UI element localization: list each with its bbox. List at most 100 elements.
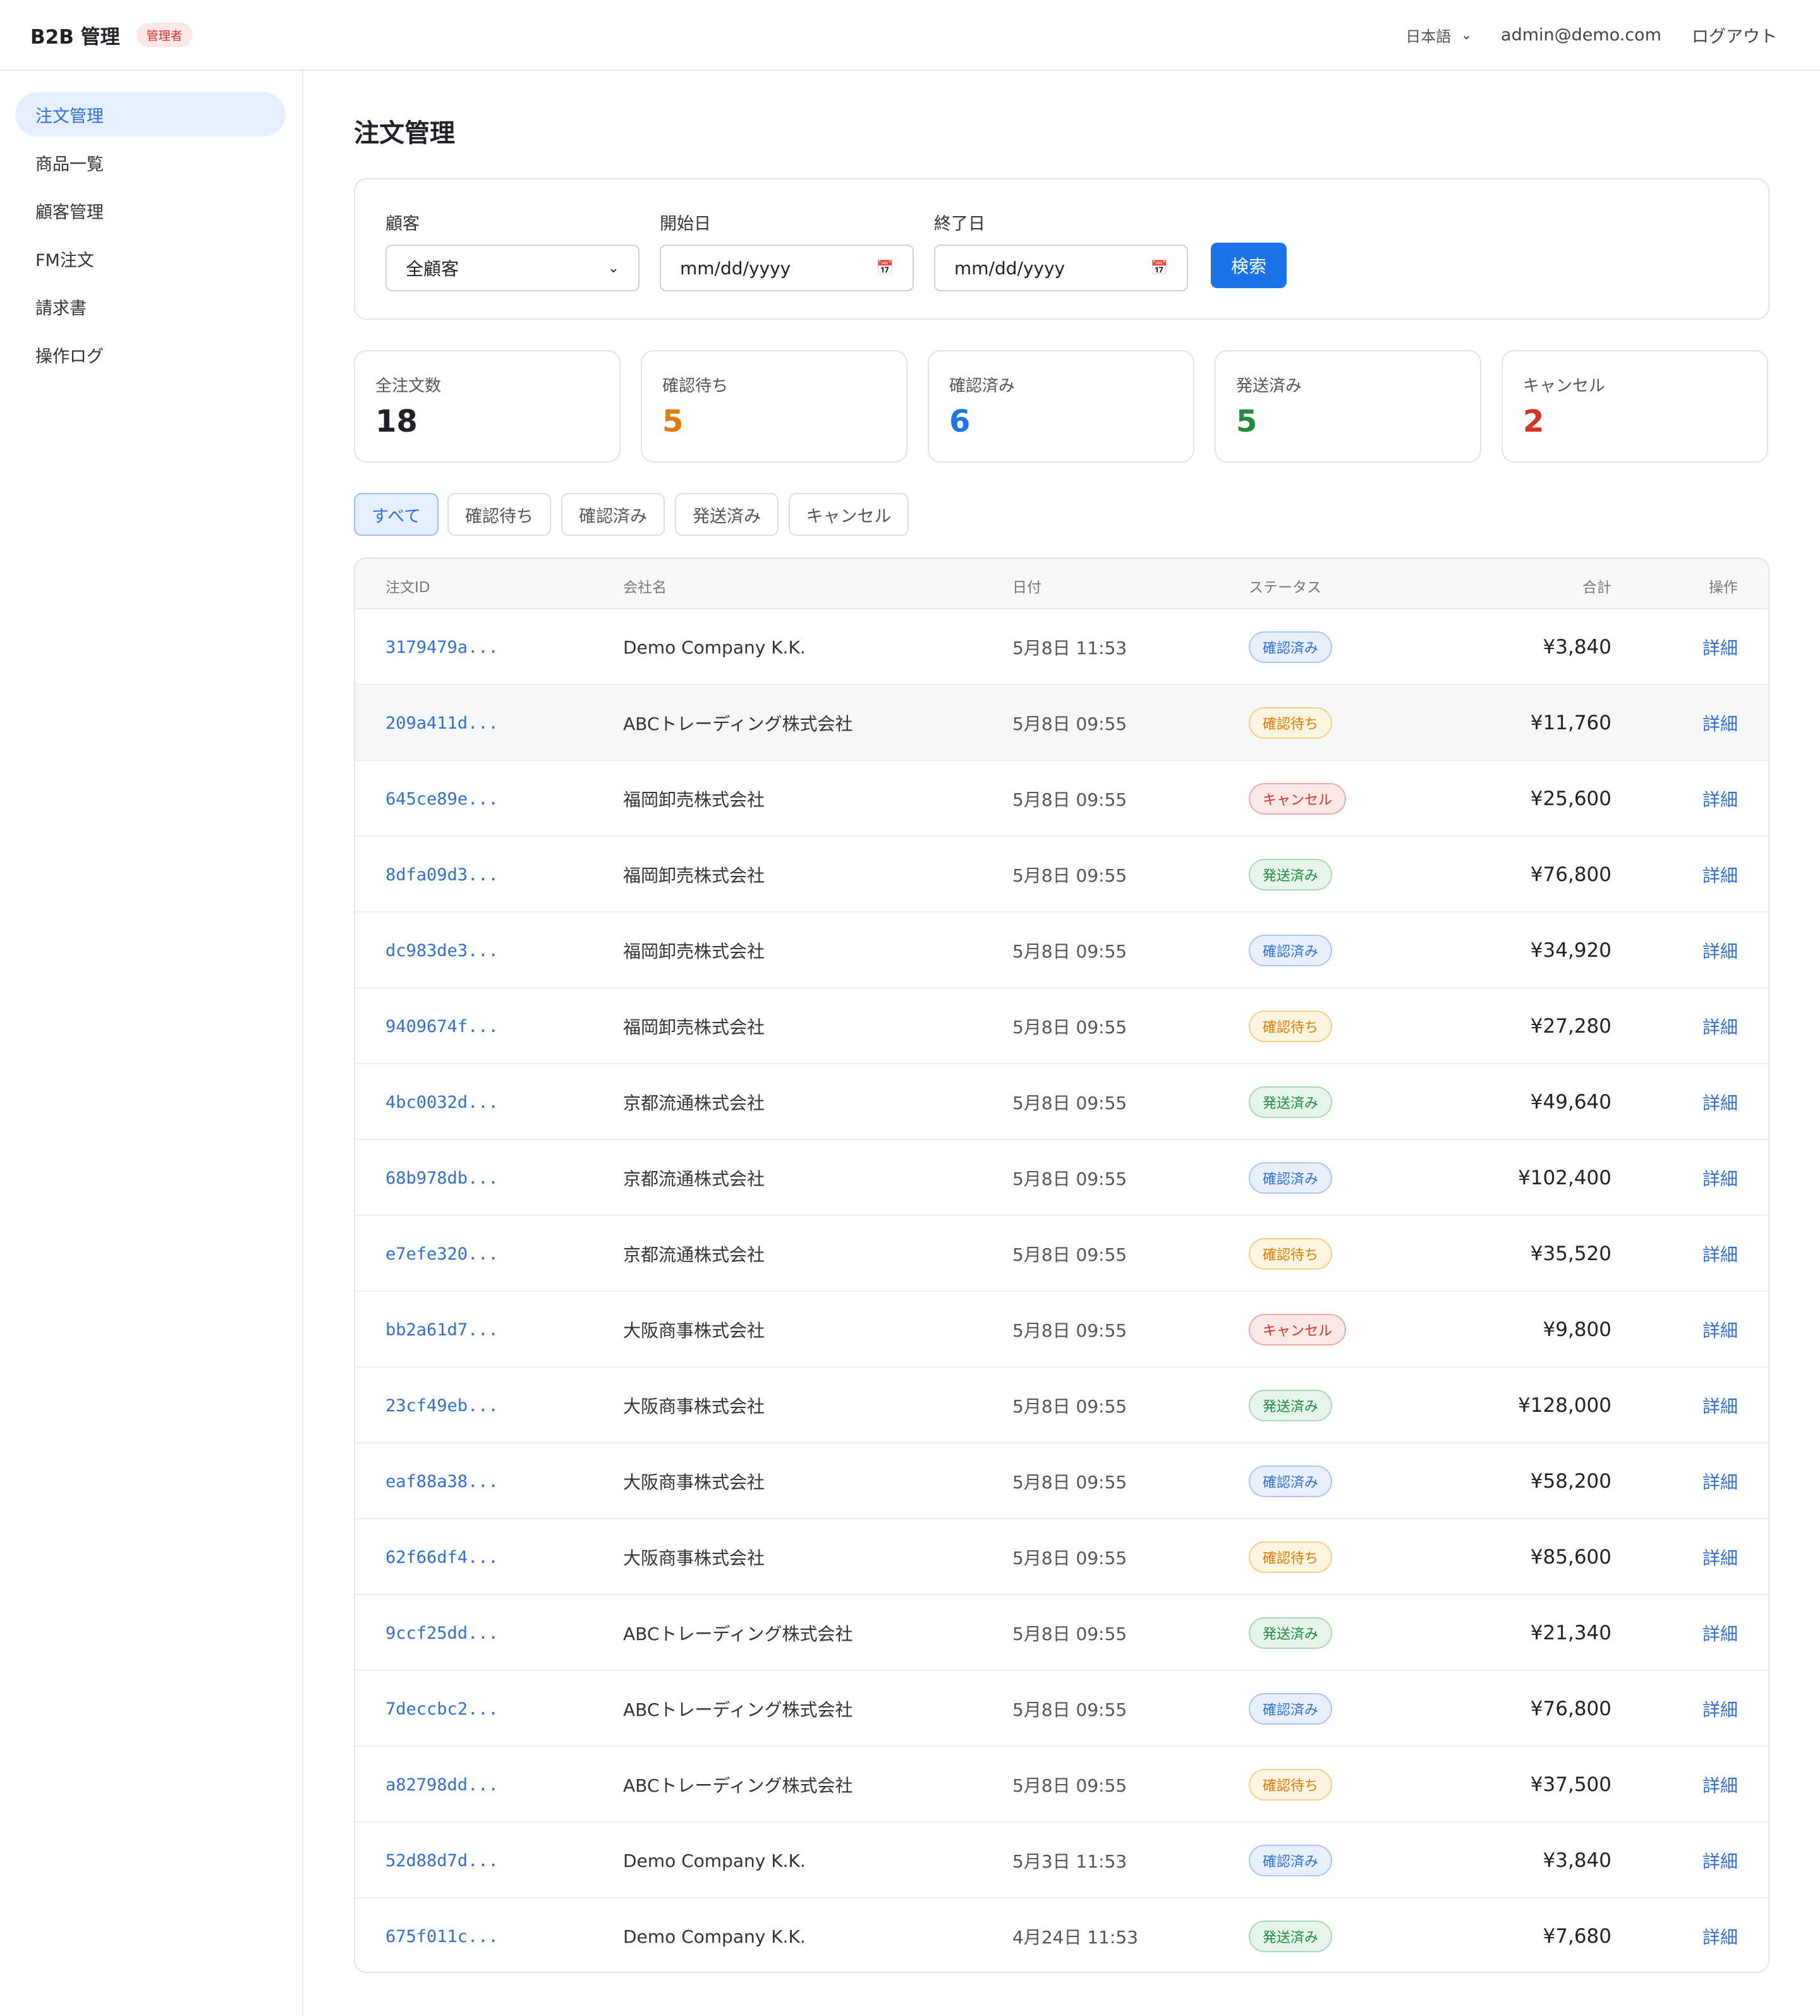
- table-row[interactable]: 9409674f... 福岡卸売株式会社 5月8日 09:55 確認待ち ¥27,280…: [355, 988, 1768, 1064]
- sidebar-item-operation-log[interactable]: 操作ログ: [15, 332, 286, 377]
- status-cell: 確認済み: [1249, 1823, 1333, 1898]
- status-cell: 発送済み: [1249, 837, 1333, 913]
- order-total: ¥49,640: [1530, 1091, 1611, 1114]
- tab-shipped[interactable]: 発送済み: [675, 493, 779, 536]
- table-row[interactable]: 23cf49eb... 大阪商事株式会社 5月8日 09:55 発送済み ¥128,00…: [355, 1368, 1768, 1443]
- table-row[interactable]: dc983de3... 福岡卸売株式会社 5月8日 09:55 確認済み ¥34,920…: [355, 913, 1768, 988]
- table-row[interactable]: 9ccf25dd... ABCトレーディング株式会社 5月8日 09:55 発送済み ¥…: [355, 1595, 1768, 1671]
- order-id-link[interactable]: 68b978db...: [385, 1140, 499, 1216]
- tab-cancelled[interactable]: キャンセル: [789, 493, 909, 536]
- order-date: 5月8日 09:55: [1012, 1244, 1127, 1265]
- detail-link[interactable]: 詳細: [1702, 1064, 1738, 1140]
- status-badge: 発送済み: [1249, 1617, 1333, 1649]
- table-row[interactable]: a82798dd... ABCトレーディング株式会社 5月8日 09:55 確認待ち ¥…: [355, 1747, 1768, 1823]
- table-row[interactable]: 52d88d7d... Demo Company K.K. 5月3日 11:53 確認…: [355, 1823, 1768, 1898]
- detail-link[interactable]: 詳細: [1702, 1898, 1738, 1972]
- start-date-input[interactable]: mm/dd/yyyy 📅: [660, 245, 914, 291]
- order-id-link[interactable]: 23cf49eb...: [385, 1368, 499, 1443]
- order-date: 4月24日 11:53: [1012, 1927, 1139, 1948]
- status-cell: 発送済み: [1249, 1595, 1333, 1671]
- sidebar-item-products[interactable]: 商品一覧: [15, 140, 286, 185]
- search-button[interactable]: 検索: [1211, 243, 1287, 288]
- table-row[interactable]: 7deccbc2... ABCトレーディング株式会社 5月8日 09:55 確認済み ¥…: [355, 1671, 1768, 1747]
- table-row[interactable]: 3179479a... Demo Company K.K. 5月8日 11:53 確認…: [355, 609, 1768, 685]
- company-name: 大阪商事株式会社: [623, 1472, 765, 1493]
- table-row[interactable]: 209a411d... ABCトレーディング株式会社 5月8日 09:55 確認待ち ¥…: [355, 685, 1768, 761]
- detail-link[interactable]: 詳細: [1702, 1443, 1738, 1519]
- order-id-link[interactable]: bb2a61d7...: [385, 1292, 499, 1368]
- order-id-link[interactable]: 9409674f...: [385, 988, 499, 1064]
- order-total: ¥37,500: [1530, 1773, 1611, 1796]
- stat-card-total: 全注文数 18: [354, 350, 621, 463]
- status-cell: 発送済み: [1249, 1368, 1333, 1443]
- user-email: admin@demo.com: [1501, 25, 1661, 45]
- table-row[interactable]: 675f011c... Demo Company K.K. 4月24日 11:53 発…: [355, 1898, 1768, 1972]
- order-id-link[interactable]: 209a411d...: [385, 685, 499, 761]
- table-row[interactable]: 4bc0032d... 京都流通株式会社 5月8日 09:55 発送済み ¥49,640…: [355, 1064, 1768, 1140]
- order-id-link[interactable]: 7deccbc2...: [385, 1671, 499, 1747]
- detail-link[interactable]: 詳細: [1702, 1823, 1738, 1898]
- status-cell: 確認待ち: [1249, 1519, 1333, 1595]
- detail-link[interactable]: 詳細: [1702, 1671, 1738, 1747]
- table-row[interactable]: 62f66df4... 大阪商事株式会社 5月8日 09:55 確認待ち ¥85,600…: [355, 1519, 1768, 1595]
- detail-link[interactable]: 詳細: [1702, 1519, 1738, 1595]
- order-total: ¥25,600: [1530, 787, 1611, 810]
- sidebar-item-fm-orders[interactable]: FM注文: [15, 236, 286, 281]
- tab-all[interactable]: すべて: [354, 493, 439, 536]
- order-id-link[interactable]: 4bc0032d...: [385, 1064, 499, 1140]
- tab-confirmed[interactable]: 確認済み: [561, 493, 665, 536]
- sidebar-item-customers[interactable]: 顧客管理: [15, 188, 286, 233]
- end-date-input[interactable]: mm/dd/yyyy 📅: [934, 245, 1188, 291]
- detail-link[interactable]: 詳細: [1702, 1747, 1738, 1823]
- order-id-link[interactable]: e7efe320...: [385, 1216, 499, 1292]
- role-badge: 管理者: [136, 22, 193, 47]
- tab-pending[interactable]: 確認待ち: [447, 493, 551, 536]
- status-badge: 発送済み: [1249, 1921, 1333, 1952]
- calendar-icon[interactable]: 📅: [877, 260, 894, 276]
- order-id-link[interactable]: 62f66df4...: [385, 1519, 499, 1595]
- order-date: 5月3日 11:53: [1012, 1851, 1127, 1872]
- sidebar-item-orders[interactable]: 注文管理: [15, 92, 286, 137]
- table-row[interactable]: e7efe320... 京都流通株式会社 5月8日 09:55 確認待ち ¥35,520…: [355, 1216, 1768, 1292]
- customer-select[interactable]: 全顧客 ⌄: [385, 245, 640, 291]
- detail-link[interactable]: 詳細: [1702, 685, 1738, 761]
- order-id-link[interactable]: 675f011c...: [385, 1898, 499, 1972]
- detail-link[interactable]: 詳細: [1702, 1292, 1738, 1368]
- detail-link[interactable]: 詳細: [1702, 837, 1738, 913]
- table-row[interactable]: eaf88a38... 大阪商事株式会社 5月8日 09:55 確認済み ¥58,200…: [355, 1443, 1768, 1519]
- table-row[interactable]: 68b978db... 京都流通株式会社 5月8日 09:55 確認済み ¥102,40…: [355, 1140, 1768, 1216]
- order-id-link[interactable]: 9ccf25dd...: [385, 1595, 499, 1671]
- order-id-link[interactable]: 645ce89e...: [385, 761, 499, 837]
- detail-link[interactable]: 詳細: [1702, 609, 1738, 685]
- table-row[interactable]: 645ce89e... 福岡卸売株式会社 5月8日 09:55 キャンセル ¥25,60…: [355, 761, 1768, 837]
- table-row[interactable]: bb2a61d7... 大阪商事株式会社 5月8日 09:55 キャンセル ¥9,800…: [355, 1292, 1768, 1368]
- detail-link[interactable]: 詳細: [1702, 913, 1738, 988]
- detail-link[interactable]: 詳細: [1702, 988, 1738, 1064]
- detail-link[interactable]: 詳細: [1702, 1595, 1738, 1671]
- detail-link[interactable]: 詳細: [1702, 1140, 1738, 1216]
- detail-link[interactable]: 詳細: [1702, 1216, 1738, 1292]
- order-total: ¥27,280: [1530, 1015, 1611, 1038]
- start-date-value: mm/dd/yyyy: [680, 257, 791, 279]
- stat-value: 6: [949, 404, 971, 439]
- page-title: 注文管理: [354, 119, 455, 148]
- language-select[interactable]: 日本語 ⌄: [1405, 24, 1472, 46]
- order-id-link[interactable]: dc983de3...: [385, 913, 499, 988]
- detail-link[interactable]: 詳細: [1702, 761, 1738, 837]
- order-id-link[interactable]: 3179479a...: [385, 609, 499, 685]
- status-badge: 発送済み: [1249, 859, 1333, 890]
- company-name: ABCトレーディング株式会社: [623, 713, 853, 734]
- order-id-link[interactable]: 52d88d7d...: [385, 1823, 499, 1898]
- detail-link[interactable]: 詳細: [1702, 1368, 1738, 1443]
- logout-link[interactable]: ログアウト: [1692, 23, 1777, 47]
- order-id-link[interactable]: a82798dd...: [385, 1747, 499, 1823]
- sidebar-item-invoices[interactable]: 請求書: [15, 284, 286, 329]
- order-id-link[interactable]: 8dfa09d3...: [385, 837, 499, 913]
- order-id-link[interactable]: eaf88a38...: [385, 1443, 499, 1519]
- column-header-action: 操作: [1709, 580, 1738, 596]
- column-header-total: 合計: [1582, 580, 1611, 596]
- table-body: 3179479a... Demo Company K.K. 5月8日 11:53 確認…: [355, 609, 1768, 1972]
- table-row[interactable]: 8dfa09d3... 福岡卸売株式会社 5月8日 09:55 発送済み ¥76,800…: [355, 837, 1768, 913]
- status-badge: 確認済み: [1249, 1693, 1333, 1725]
- calendar-icon[interactable]: 📅: [1151, 260, 1168, 276]
